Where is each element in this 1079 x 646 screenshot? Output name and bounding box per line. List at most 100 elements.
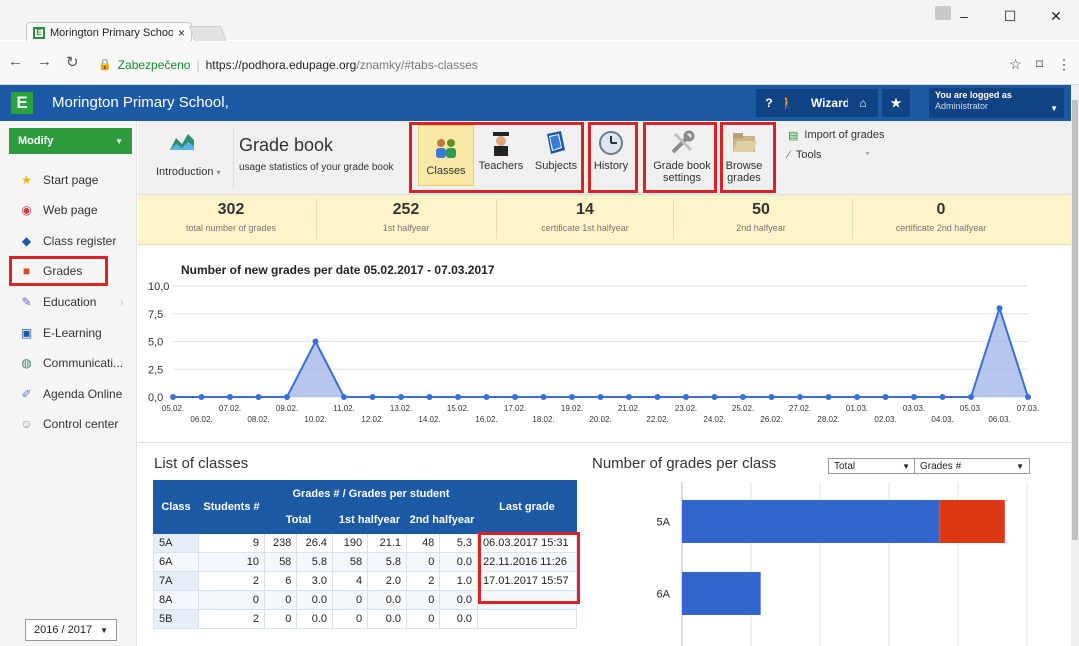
- edupage-logo[interactable]: E: [11, 92, 33, 114]
- data-point[interactable]: [1025, 394, 1031, 400]
- minimize-icon[interactable]: –: [941, 0, 987, 32]
- close-window-icon[interactable]: ✕: [1033, 0, 1079, 32]
- data-point[interactable]: [911, 394, 917, 400]
- data-point[interactable]: [882, 394, 889, 400]
- data-point[interactable]: [455, 394, 461, 400]
- data-point[interactable]: [312, 338, 319, 345]
- grades-select[interactable]: Grades # ▼: [914, 458, 1030, 474]
- control-center-icon: ☺: [20, 417, 33, 431]
- data-point[interactable]: [198, 394, 205, 400]
- bookmark-star-icon[interactable]: ☆: [1009, 56, 1022, 73]
- data-point[interactable]: [426, 394, 433, 400]
- data-point[interactable]: [540, 394, 547, 400]
- reload-icon[interactable]: ↻: [66, 53, 79, 71]
- data-point[interactable]: [996, 305, 1003, 312]
- star-icon: ★: [884, 89, 908, 117]
- bar[interactable]: [939, 500, 1005, 543]
- sidebar-item-communication[interactable]: ◍ Communicati... ›: [6, 350, 134, 376]
- data-point[interactable]: [255, 394, 262, 400]
- col-2nd-halfyear[interactable]: 2nd halfyear: [406, 506, 478, 534]
- x-tick-label: 25.02.: [732, 404, 754, 413]
- col-1st-halfyear[interactable]: 1st halfyear: [332, 506, 407, 534]
- browser-tab-title: Morington Primary Schoo: [50, 26, 173, 39]
- wizard-button[interactable]: 🚶 Wizard: [773, 89, 857, 117]
- modify-button[interactable]: Modify ▼: [9, 128, 132, 154]
- address-bar[interactable]: 🔒 Zabezpečeno | https://podhora.edupage.…: [90, 52, 1052, 77]
- data-point[interactable]: [227, 394, 233, 400]
- col-grades-group: Grades # / Grades per student: [264, 480, 478, 507]
- forward-icon[interactable]: →: [37, 53, 52, 71]
- data-point[interactable]: [968, 394, 974, 400]
- data-point[interactable]: [483, 394, 490, 400]
- data-point[interactable]: [369, 394, 376, 400]
- col-class[interactable]: Class: [153, 480, 199, 534]
- data-point[interactable]: [398, 394, 404, 400]
- sidebar-item-web-page[interactable]: ◉ Web page: [6, 197, 134, 223]
- data-point[interactable]: [797, 394, 803, 400]
- bar[interactable]: [682, 500, 940, 543]
- data-point[interactable]: [711, 394, 718, 400]
- scrollbar-thumb[interactable]: [1072, 100, 1078, 540]
- menu-dots-icon[interactable]: ⋮: [1057, 56, 1071, 73]
- col-last-grade[interactable]: Last grade: [477, 480, 577, 534]
- school-name[interactable]: Morington Primary School,: [52, 94, 229, 111]
- cast-icon[interactable]: ⌑: [1036, 56, 1043, 73]
- col-total[interactable]: Total: [264, 506, 333, 534]
- metric-select[interactable]: Total ▼: [828, 458, 916, 474]
- data-point[interactable]: [341, 394, 347, 400]
- stat-caption: total number of grades: [185, 223, 277, 233]
- stat-caption: certificate 1st halfyear: [541, 223, 629, 233]
- col-students[interactable]: Students #: [198, 480, 265, 534]
- value-cell: 0: [263, 590, 298, 610]
- import-grades-link[interactable]: ▤ Import of grades: [788, 129, 885, 142]
- sidebar-item-class-register[interactable]: ◆ Class register: [6, 228, 134, 254]
- data-point[interactable]: [512, 394, 518, 400]
- x-tick-label: 09.02.: [276, 404, 298, 413]
- sidebar-item-control-center[interactable]: ☺ Control center: [6, 411, 134, 437]
- data-point[interactable]: [569, 394, 575, 400]
- divider: [233, 127, 234, 189]
- series-area: [173, 308, 1028, 397]
- sidebar-item-agenda-online[interactable]: ✐ Agenda Online: [6, 381, 134, 407]
- data-point[interactable]: [740, 394, 746, 400]
- close-tab-icon[interactable]: ×: [178, 26, 185, 40]
- x-tick-label: 05.02.: [162, 404, 184, 413]
- sidebar-item-start-page[interactable]: ★ Start page: [6, 167, 134, 193]
- value-cell: 2.0: [367, 571, 407, 591]
- x-tick-label: 02.03.: [874, 415, 896, 424]
- user-menu[interactable]: You are logged as Administrator ▼: [929, 88, 1064, 118]
- table-row[interactable]: 5B 2 0 0.0 0 0.0 0 0.0: [153, 609, 577, 629]
- bar[interactable]: [682, 572, 761, 615]
- data-point[interactable]: [654, 394, 661, 400]
- sidebar-item-e-learning[interactable]: ▣ E-Learning: [6, 320, 134, 346]
- data-point[interactable]: [170, 394, 176, 400]
- data-point[interactable]: [825, 394, 832, 400]
- school-year-select[interactable]: 2016 / 2017 ▼: [25, 619, 117, 641]
- data-point[interactable]: [597, 394, 604, 400]
- page-title: Grade book: [239, 135, 334, 155]
- favorites-button[interactable]: ★: [882, 89, 910, 117]
- communication-icon: ◍: [21, 356, 32, 370]
- divider: [852, 199, 853, 239]
- data-point[interactable]: [939, 394, 946, 400]
- browser-tab[interactable]: E Morington Primary Schoo ×: [26, 22, 192, 42]
- data-point[interactable]: [683, 394, 689, 400]
- x-tick-label: 12.02.: [361, 415, 383, 424]
- introduction-dropdown[interactable]: Introduction ▾: [156, 166, 221, 178]
- data-point[interactable]: [284, 394, 290, 400]
- new-tab-button[interactable]: [189, 26, 227, 42]
- data-point[interactable]: [768, 394, 775, 400]
- browser-actions: ☆ ⌑ ⋮: [1009, 56, 1071, 73]
- data-point[interactable]: [626, 394, 632, 400]
- value-cell: 0: [263, 609, 298, 629]
- value-cell: 0.0: [439, 609, 478, 629]
- tools-dropdown[interactable]: ⁄ Tools ▾: [788, 149, 870, 161]
- back-icon[interactable]: ←: [8, 53, 23, 71]
- chart-icon[interactable]: [168, 130, 196, 152]
- maximize-icon[interactable]: ☐: [987, 0, 1033, 32]
- data-point[interactable]: [854, 394, 860, 400]
- y-tick-label: 2,5: [148, 364, 163, 376]
- value-cell: 0.0: [439, 552, 478, 572]
- home-button[interactable]: ⌂: [848, 89, 878, 117]
- sidebar-item-education[interactable]: ✎ Education ›: [6, 289, 134, 315]
